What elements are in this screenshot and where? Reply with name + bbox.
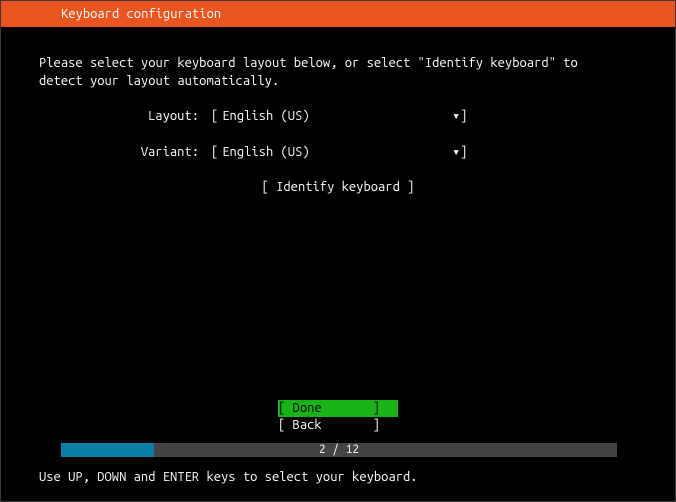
instructions-text: Please select your keyboard layout below…	[39, 55, 645, 90]
chevron-down-icon: ▾	[452, 144, 460, 162]
variant-value: English (US)	[218, 144, 448, 162]
bracket-close: ]	[460, 144, 467, 162]
bracket-open: [	[211, 144, 218, 162]
variant-label: Variant:	[1, 144, 211, 162]
chevron-down-icon: ▾	[452, 108, 460, 126]
footer-buttons: [ Done ] [ Back ]	[1, 400, 675, 435]
title-bar: Keyboard configuration	[1, 1, 675, 27]
progress-text: 2 / 12	[61, 442, 617, 458]
layout-label: Layout:	[1, 108, 211, 126]
instruction-line: Please select your keyboard layout below…	[39, 55, 645, 73]
bracket-close: ]	[460, 108, 467, 126]
layout-select[interactable]: [ English (US) ▾ ]	[211, 108, 467, 126]
identify-keyboard-button[interactable]: [ Identify keyboard ]	[262, 180, 415, 194]
done-button[interactable]: [ Done ]	[278, 400, 398, 418]
layout-row: Layout: [ English (US) ▾ ]	[1, 108, 675, 126]
page-title: Keyboard configuration	[61, 7, 221, 21]
installer-screen: Keyboard configuration Please select you…	[0, 0, 676, 502]
bracket-open: [	[211, 108, 218, 126]
progress-bar: 2 / 12	[61, 443, 617, 457]
layout-value: English (US)	[218, 108, 448, 126]
hint-text: Use UP, DOWN and ENTER keys to select yo…	[39, 469, 418, 487]
instruction-line: detect your layout automatically.	[39, 73, 645, 91]
back-button[interactable]: [ Back ]	[278, 417, 398, 435]
variant-row: Variant: [ English (US) ▾ ]	[1, 144, 675, 162]
variant-select[interactable]: [ English (US) ▾ ]	[211, 144, 467, 162]
form-area: Layout: [ English (US) ▾ ] Variant: [ En…	[1, 108, 675, 197]
